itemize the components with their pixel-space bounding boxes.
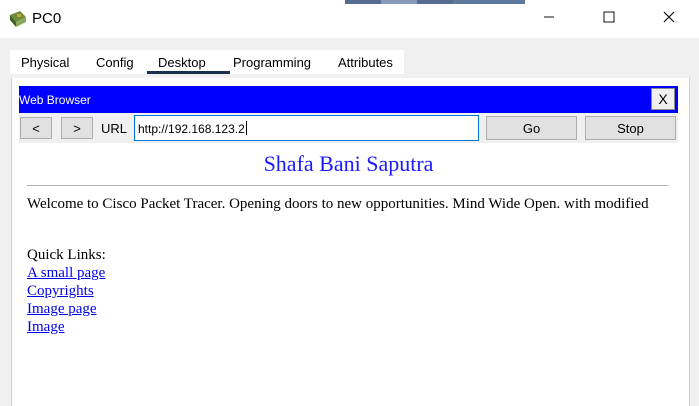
window-close-button[interactable] [640, 0, 698, 38]
web-browser-titlebar: Web Browser X [19, 86, 678, 113]
maximize-icon [603, 10, 615, 28]
url-value: http://192.168.123.2 [138, 122, 245, 136]
active-tab-indicator [147, 71, 230, 74]
url-input[interactable]: http://192.168.123.2 [134, 115, 479, 141]
web-browser-close-button[interactable]: X [651, 88, 675, 110]
minimize-button[interactable] [520, 0, 578, 38]
url-label: URL [101, 121, 128, 136]
tab-attributes[interactable]: Attributes [338, 55, 393, 70]
packet-tracer-pc-icon [8, 9, 28, 29]
link-image[interactable]: Image [27, 319, 64, 336]
web-browser-title: Web Browser [19, 93, 91, 107]
tab-config[interactable]: Config [96, 55, 134, 70]
tab-bar: Physical Config Desktop Programming Attr… [10, 50, 404, 74]
tab-physical[interactable]: Physical [21, 55, 69, 70]
forward-button[interactable]: > [61, 117, 93, 139]
link-a-small-page[interactable]: A small page [27, 265, 105, 282]
link-copyrights[interactable]: Copyrights [27, 283, 94, 300]
window-title: PC0 [32, 10, 62, 27]
link-image-page[interactable]: Image page [27, 301, 97, 318]
background-decoration [345, 0, 525, 4]
go-button[interactable]: Go [486, 116, 577, 140]
stop-button[interactable]: Stop [585, 116, 676, 140]
title-bar: PC0 [0, 0, 699, 38]
tab-programming[interactable]: Programming [233, 55, 311, 70]
maximize-button[interactable] [580, 0, 638, 38]
browser-toolbar: < > URL http://192.168.123.2 Go Stop [19, 113, 678, 143]
minimize-icon [543, 10, 555, 28]
welcome-text: Welcome to Cisco Packet Tracer. Opening … [27, 196, 649, 212]
page-heading: Shafa Bani Saputra [263, 151, 434, 176]
pc0-window: PC0 Physical Config Desktop Programming … [0, 0, 699, 406]
quick-links-label: Quick Links: [27, 247, 106, 263]
back-button[interactable]: < [20, 117, 52, 139]
text-caret [245, 121, 247, 135]
horizontal-rule [27, 185, 668, 186]
close-icon [663, 10, 675, 28]
browser-page-content: Shafa Bani Saputra Welcome to Cisco Pack… [19, 143, 678, 406]
tab-desktop[interactable]: Desktop [158, 55, 206, 70]
